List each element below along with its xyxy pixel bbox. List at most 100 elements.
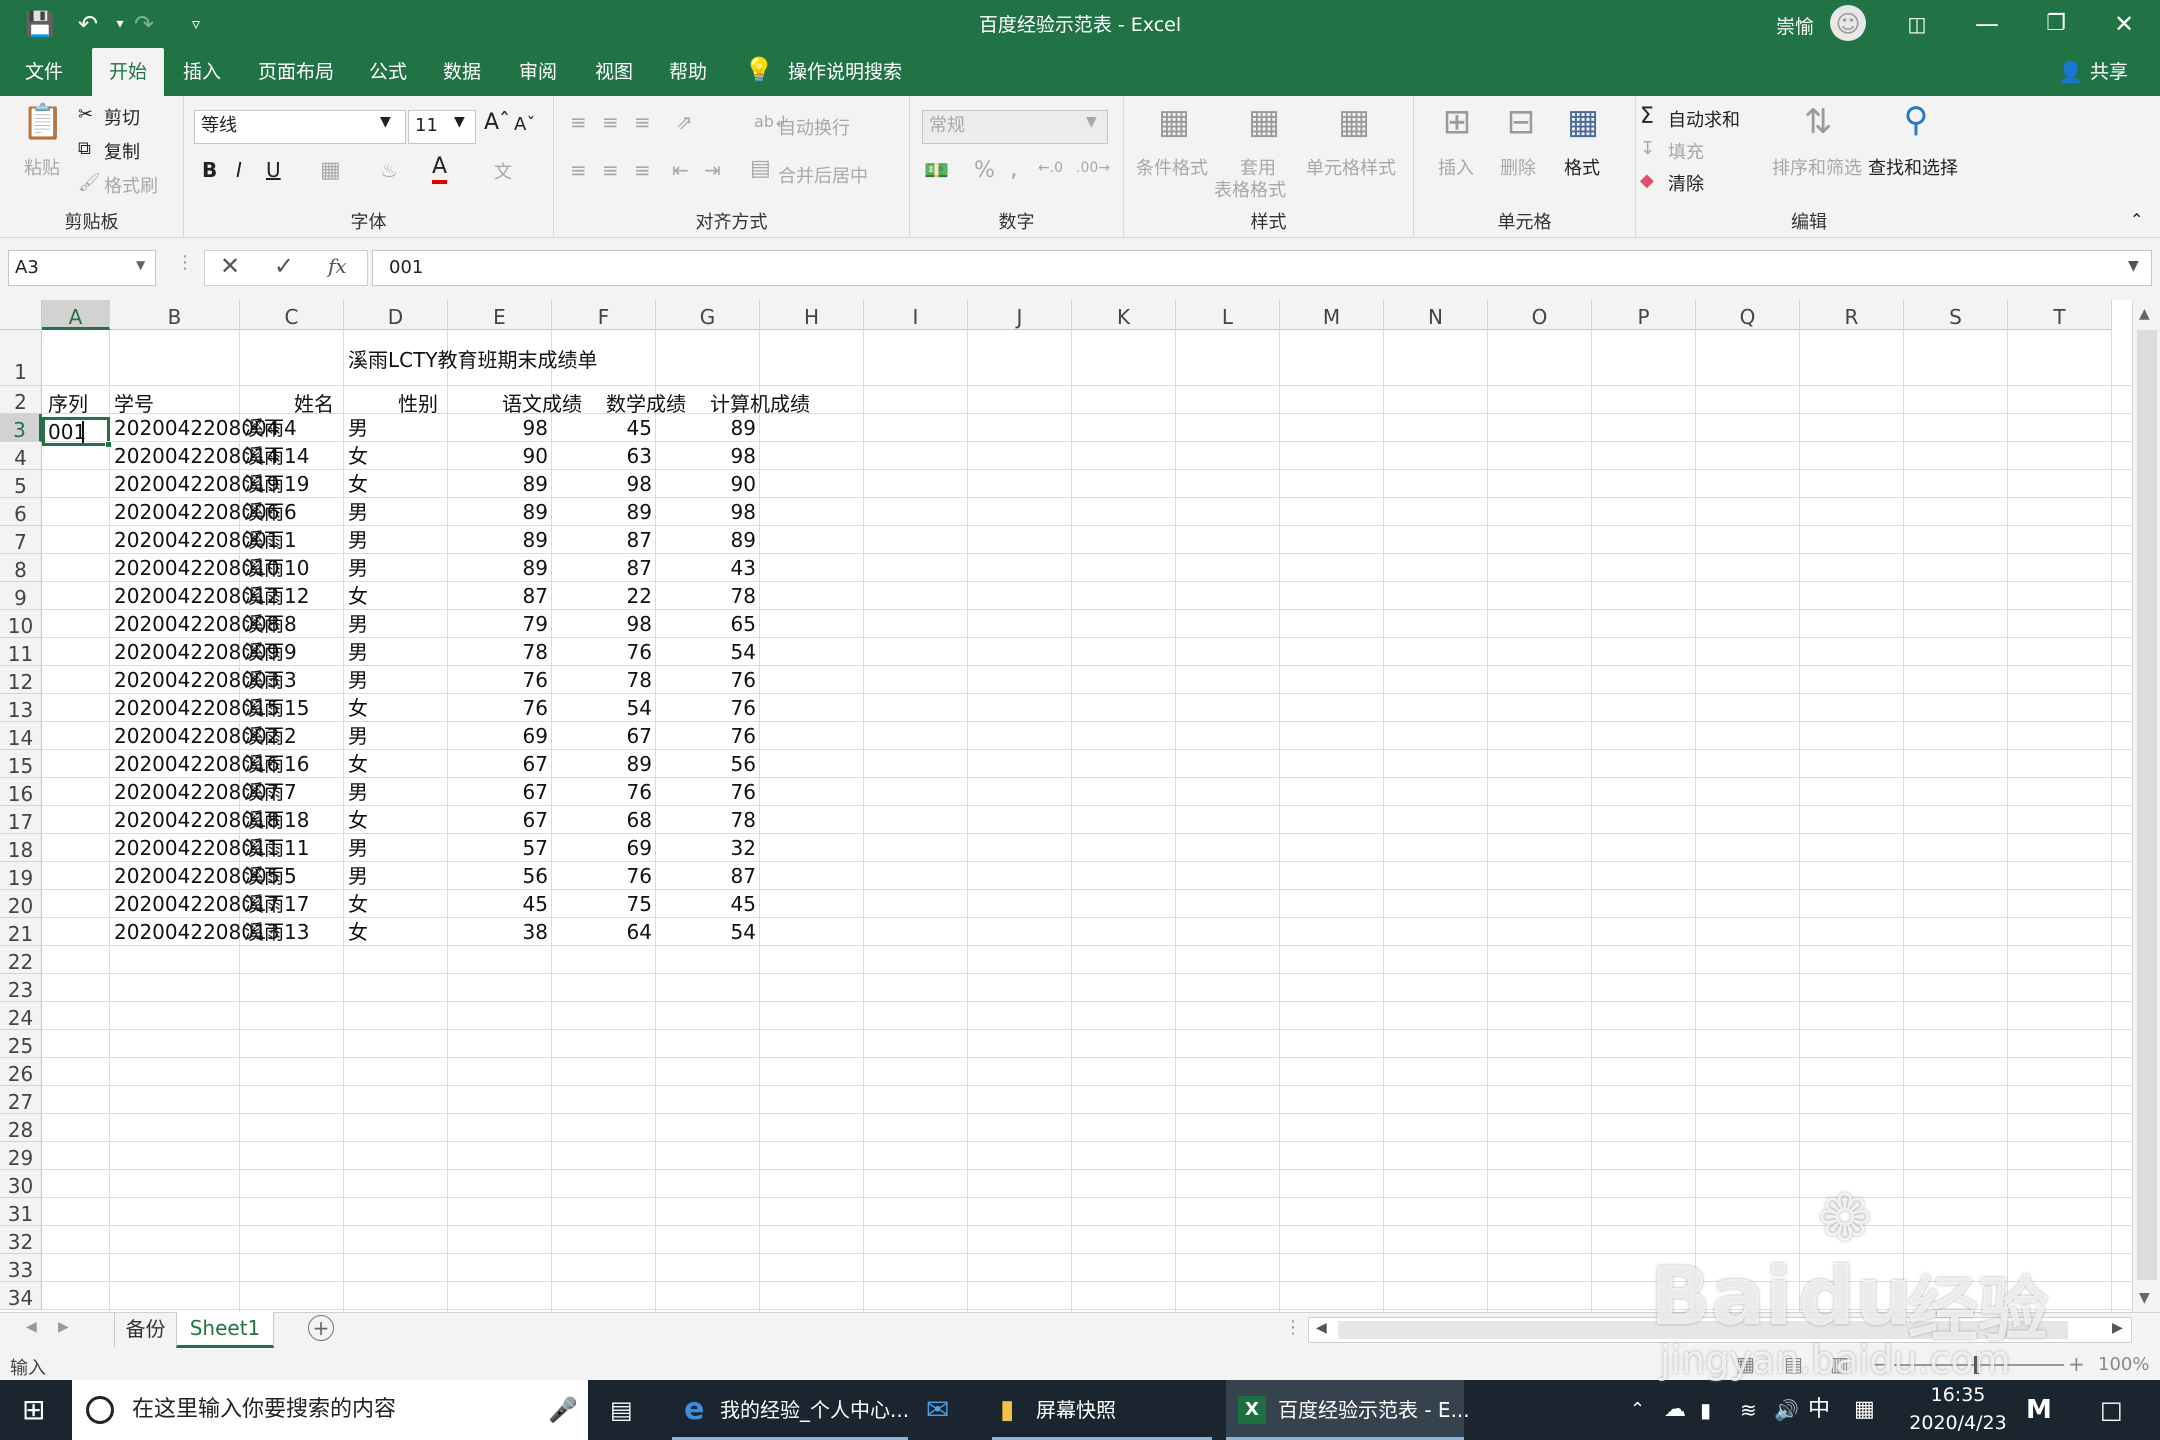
cell-gender[interactable]: 男 — [344, 610, 448, 638]
format-table-label-2[interactable]: 表格格式 — [1214, 176, 1286, 202]
cell-computer-score[interactable]: 76 — [656, 722, 760, 750]
row-header[interactable]: 14 — [0, 722, 42, 750]
column-header[interactable]: C — [240, 300, 344, 330]
cell-math-score[interactable]: 76 — [552, 638, 656, 666]
column-header[interactable]: P — [1592, 300, 1696, 330]
delete-cells-icon[interactable]: ⊟ — [1496, 102, 1546, 142]
tab-file[interactable]: 文件 — [10, 48, 78, 96]
number-format-box[interactable]: 常规 — [922, 110, 1108, 144]
row-header[interactable]: 19 — [0, 862, 42, 890]
cell-student-id[interactable]: 2020042208016 — [110, 750, 279, 778]
column-header[interactable]: N — [1384, 300, 1488, 330]
cell-math-score[interactable]: 76 — [552, 862, 656, 890]
column-header[interactable]: E — [448, 300, 552, 330]
cell-math-score[interactable]: 63 — [552, 442, 656, 470]
zoom-level[interactable]: 100% — [2098, 1354, 2149, 1375]
user-name[interactable]: 崇愉 — [1776, 12, 1814, 39]
cell-gender[interactable]: 女 — [344, 470, 448, 498]
cell-math-score[interactable]: 22 — [552, 582, 656, 610]
cell-student-id[interactable]: 2020042208018 — [110, 806, 279, 834]
vertical-scrollbar[interactable]: ▲ ▼ — [2132, 300, 2160, 1312]
cell-student-id[interactable]: 2020042208003 — [110, 666, 279, 694]
close-icon[interactable]: ✕ — [2104, 8, 2144, 40]
row-header[interactable]: 7 — [0, 526, 42, 554]
prev-sheet-icon[interactable]: ◀ — [26, 1319, 37, 1335]
tray-chevron-icon[interactable]: ⌃ — [1630, 1380, 1645, 1440]
cell-computer-score[interactable]: 90 — [656, 470, 760, 498]
row-header[interactable]: 9 — [0, 582, 42, 610]
cell-chinese-score[interactable]: 89 — [448, 526, 552, 554]
cell-math-score[interactable]: 54 — [552, 694, 656, 722]
row-header[interactable]: 21 — [0, 918, 42, 946]
row-header[interactable]: 11 — [0, 638, 42, 666]
row-header[interactable]: 16 — [0, 778, 42, 806]
phonetic-icon[interactable]: 文 — [494, 158, 512, 184]
cell-math-score[interactable]: 67 — [552, 722, 656, 750]
cell-student-id[interactable]: 2020042208019 — [110, 470, 279, 498]
cell-math-score[interactable]: 89 — [552, 750, 656, 778]
autosum-button[interactable]: 自动求和 — [1668, 106, 1740, 132]
worksheet-grid[interactable]: ABCDEFGHIJKLMNOPQRST 1 2 3 4 5 6 7 8 9 10 11 12 13 14… — [0, 300, 2132, 1312]
row-header[interactable]: 12 — [0, 666, 42, 694]
taskbar-time[interactable]: 16:35 — [1898, 1384, 2018, 1406]
cell-chinese-score[interactable]: 87 — [448, 582, 552, 610]
column-header[interactable]: H — [760, 300, 864, 330]
increase-decimal-icon[interactable]: ←.0 — [1038, 160, 1063, 176]
cell-math-score[interactable]: 69 — [552, 834, 656, 862]
cell-math-score[interactable]: 64 — [552, 918, 656, 946]
cell-gender[interactable]: 男 — [344, 834, 448, 862]
font-shrink-icon[interactable]: Aˇ — [514, 114, 535, 135]
cell-student-name[interactable]: 溪雨14 — [240, 442, 344, 470]
cell-computer-score[interactable]: 43 — [656, 554, 760, 582]
cell-gender[interactable]: 女 — [344, 806, 448, 834]
cell-student-id[interactable]: 2020042208001 — [110, 526, 279, 554]
cell-gender[interactable]: 男 — [344, 722, 448, 750]
chevron-down-icon[interactable]: ▼ — [380, 114, 391, 130]
row-header[interactable]: 30 — [0, 1170, 42, 1198]
cell-student-id[interactable]: 2020042208012 — [110, 582, 279, 610]
sheet-tab-backup[interactable]: 备份 — [114, 1313, 176, 1347]
column-header[interactable]: R — [1800, 300, 1904, 330]
cell-computer-score[interactable]: 78 — [656, 582, 760, 610]
column-header[interactable]: B — [110, 300, 240, 330]
row-header[interactable]: 10 — [0, 610, 42, 638]
task-view-icon[interactable]: ▤ — [610, 1380, 633, 1440]
mail-icon[interactable]: ✉ — [926, 1380, 949, 1440]
tab-view[interactable]: 视图 — [584, 48, 644, 96]
cell-computer-score[interactable]: 32 — [656, 834, 760, 862]
cell-gender[interactable]: 男 — [344, 862, 448, 890]
cell-math-score[interactable]: 87 — [552, 526, 656, 554]
cell-gender[interactable]: 女 — [344, 890, 448, 918]
row-header[interactable]: 33 — [0, 1254, 42, 1282]
cell-computer-score[interactable]: 78 — [656, 806, 760, 834]
cell-math-score[interactable]: 89 — [552, 498, 656, 526]
row-header[interactable]: 31 — [0, 1198, 42, 1226]
taskbar-edge-label[interactable]: 我的经验_个人中心... — [720, 1380, 909, 1440]
conditional-format-button[interactable]: 条件格式 — [1136, 154, 1208, 180]
row-header[interactable]: 18 — [0, 834, 42, 862]
cell-gender[interactable]: 女 — [344, 442, 448, 470]
cell-computer-score[interactable]: 45 — [656, 890, 760, 918]
tab-home[interactable]: 开始 — [92, 48, 164, 96]
row-header[interactable]: 6 — [0, 498, 42, 526]
sort-filter-button[interactable]: 排序和筛选 — [1772, 154, 1862, 180]
paste-button[interactable]: 粘贴 — [24, 154, 60, 180]
copy-button[interactable]: 复制 — [104, 138, 140, 164]
cell-computer-score[interactable]: 87 — [656, 862, 760, 890]
cell-student-name[interactable]: 溪雨13 — [240, 918, 344, 946]
column-header[interactable]: T — [2008, 300, 2112, 330]
format-painter-button[interactable]: 格式刷 — [104, 172, 158, 198]
column-header[interactable]: I — [864, 300, 968, 330]
cell-student-name[interactable]: 溪雨7 — [240, 778, 344, 806]
cell-chinese-score[interactable]: 57 — [448, 834, 552, 862]
font-color-icon[interactable]: A — [432, 154, 448, 184]
row-header[interactable]: 34 — [0, 1282, 42, 1310]
row-header[interactable]: 25 — [0, 1030, 42, 1058]
orientation-icon[interactable]: ⇗ — [676, 110, 693, 134]
tab-help[interactable]: 帮助 — [658, 48, 718, 96]
tab-review[interactable]: 审阅 — [508, 48, 568, 96]
row-header[interactable]: 26 — [0, 1058, 42, 1086]
cell-student-name[interactable]: 溪雨2 — [240, 722, 344, 750]
format-cells-button[interactable]: 格式 — [1564, 154, 1600, 180]
column-header[interactable]: L — [1176, 300, 1280, 330]
